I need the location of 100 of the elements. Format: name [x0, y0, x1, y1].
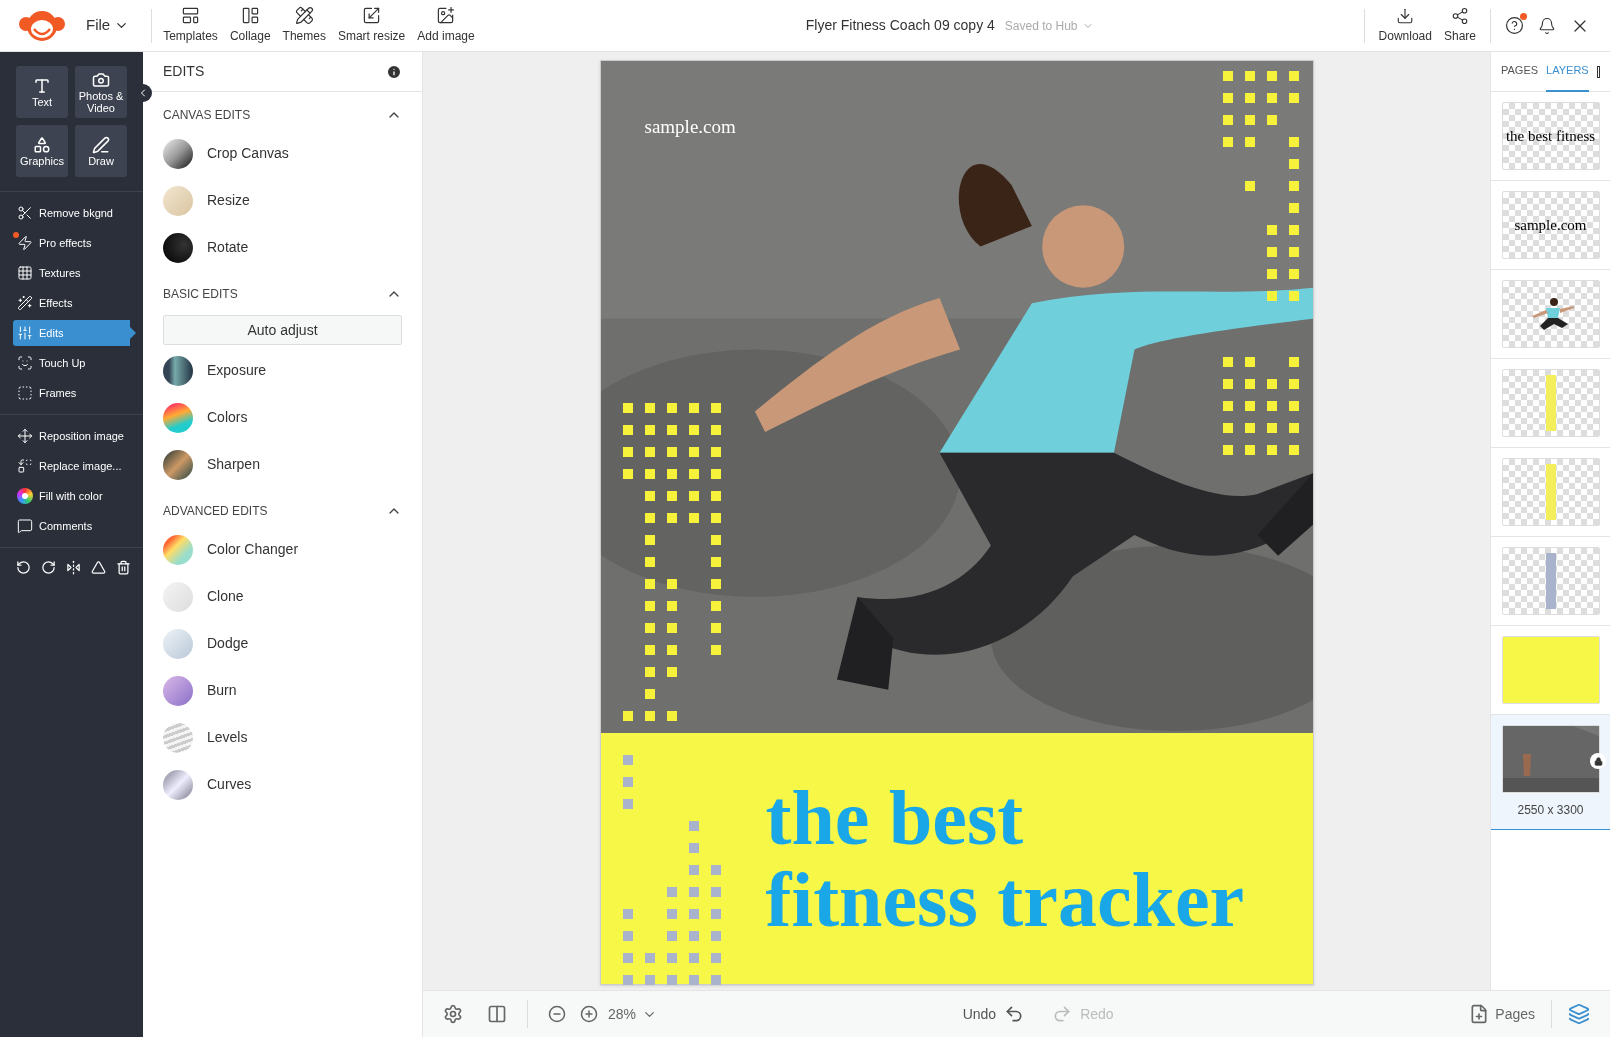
sidebar-tool-button[interactable] — [116, 560, 131, 575]
section-header[interactable]: CANVAS EDITS — [163, 106, 402, 124]
sidebar-tool-button[interactable] — [91, 560, 106, 575]
sidebar-item[interactable]: Effects — [13, 290, 130, 316]
toolbar-button[interactable]: Templates — [162, 6, 219, 45]
tool-thumbnail-icon — [163, 449, 193, 480]
panel-tab[interactable]: PAGES — [1501, 51, 1539, 92]
edit-tool-item[interactable]: Colors — [163, 394, 402, 441]
tool-tile[interactable]: Draw — [75, 125, 127, 177]
edit-tool-item[interactable]: Sharpen — [163, 441, 402, 488]
edit-tool-item[interactable]: Clone — [163, 573, 402, 620]
layers-button[interactable] — [1568, 1003, 1590, 1025]
pages-button[interactable]: Pages — [1469, 1003, 1535, 1025]
layer-item[interactable]: the best fitness — [1491, 92, 1610, 181]
add-page-icon — [1469, 1004, 1490, 1024]
sidebar-item[interactable]: Touch Up — [13, 350, 130, 376]
zoom-in-button[interactable] — [580, 1005, 598, 1023]
toolbar-button[interactable]: Share — [1443, 6, 1476, 45]
notifications-button[interactable] — [1538, 16, 1556, 35]
zoom-in-icon — [580, 1005, 598, 1023]
sidebar-item[interactable]: Textures — [13, 260, 130, 286]
compare-button[interactable] — [487, 1004, 507, 1024]
frame-icon — [17, 385, 33, 401]
layer-thumbnail: sample.com — [1501, 191, 1600, 259]
tool-tile[interactable]: Text — [16, 66, 68, 118]
move-icon — [17, 428, 33, 444]
tool-thumbnail-icon — [163, 534, 193, 565]
section-header[interactable]: ADVANCED EDITS — [163, 502, 402, 520]
toolbar-button[interactable]: Themes — [281, 6, 327, 45]
scissors-icon — [17, 205, 33, 221]
selected-pointer — [130, 327, 136, 339]
sidebar-item[interactable]: Frames — [13, 380, 130, 406]
text-icon — [33, 76, 51, 95]
toolbar-button[interactable]: Download — [1378, 6, 1432, 45]
section-header[interactable]: BASIC EDITS — [163, 285, 402, 303]
file-menu[interactable]: File — [86, 14, 130, 37]
tool-tile[interactable]: Graphics — [16, 125, 68, 177]
tool-thumbnail-icon — [163, 675, 193, 706]
sidebar-tool-button[interactable] — [16, 560, 31, 575]
tool-thumbnail-icon — [163, 402, 193, 433]
download-icon — [1396, 6, 1415, 25]
headline-text: fitness tracker — [765, 858, 1246, 941]
magic-wand-icon — [17, 295, 33, 311]
replace-icon — [17, 458, 33, 474]
tool-thumbnail-icon — [163, 185, 193, 216]
toolbar-button[interactable]: Smart resize — [336, 6, 407, 45]
edit-tool-item[interactable]: Rotate — [163, 224, 402, 271]
share-icon — [1451, 6, 1469, 25]
face-scan-icon — [17, 355, 33, 371]
edit-tool-item[interactable]: Crop Canvas — [163, 130, 402, 177]
ruler-pencil-icon — [294, 6, 314, 25]
sidebar-tool-button[interactable] — [66, 560, 81, 575]
help-button[interactable] — [1505, 16, 1524, 35]
info-icon — [386, 63, 402, 80]
tool-thumbnail-icon — [163, 138, 193, 169]
settings-button[interactable] — [443, 1004, 463, 1024]
pen-icon — [92, 135, 110, 154]
edit-tool-item[interactable]: Exposure — [163, 347, 402, 394]
edit-tool-item[interactable]: Color Changer — [163, 526, 402, 573]
rotate-right-icon — [41, 560, 56, 575]
layer-item[interactable]: sample.com — [1491, 181, 1610, 270]
undo-button[interactable]: Undo — [962, 1003, 1025, 1025]
auto-adjust-button[interactable]: Auto adjust — [163, 315, 402, 345]
sidebar-item[interactable]: Pro effects — [13, 230, 130, 256]
sliders-icon — [17, 325, 33, 341]
help-icon — [1505, 16, 1524, 35]
tool-tile[interactable]: Photos & Video — [75, 66, 127, 118]
sidebar-tool-button[interactable] — [41, 560, 56, 575]
headline-text: the best — [765, 776, 1025, 859]
sidebar-item[interactable]: Reposition image — [13, 423, 130, 449]
resize-icon — [362, 6, 382, 25]
redo-icon — [1052, 1004, 1073, 1024]
edit-tool-item[interactable]: Dodge — [163, 620, 402, 667]
layer-item[interactable]: 2550 x 3300 — [1491, 715, 1610, 830]
tool-thumbnail-icon — [163, 355, 193, 386]
website-text: sample.com — [644, 115, 736, 139]
color-wheel-icon — [17, 488, 33, 504]
sidebar-item[interactable]: Comments — [13, 513, 130, 539]
shapes-icon — [33, 135, 51, 154]
layers-icon — [1568, 1003, 1590, 1025]
texture-icon — [17, 265, 33, 281]
sidebar-item[interactable]: Fill with color — [13, 483, 130, 509]
collage-icon — [240, 6, 260, 25]
tool-thumbnail-icon — [163, 722, 193, 753]
sidebar-item[interactable]: Replace image... — [13, 453, 130, 479]
edit-tool-item[interactable]: Resize — [163, 177, 402, 224]
zoom-dropdown[interactable]: 28% — [608, 1003, 658, 1025]
edit-tool-item[interactable]: Levels — [163, 714, 402, 761]
monkey-logo-icon — [18, 8, 66, 43]
edit-tool-item[interactable]: Curves — [163, 761, 402, 808]
split-view-icon — [487, 1004, 507, 1024]
panel-tab[interactable]: LAYERS — [1546, 51, 1589, 92]
edit-tool-item[interactable]: Burn — [163, 667, 402, 714]
flip-icon — [66, 560, 81, 575]
toolbar-button[interactable]: Add image — [416, 6, 476, 45]
lightning-icon — [17, 235, 33, 251]
trash-icon — [116, 560, 131, 575]
sidebar-item[interactable]: Remove bkgnd — [13, 200, 130, 226]
zoom-out-button[interactable] — [548, 1005, 566, 1023]
toolbar-button[interactable]: Collage — [228, 6, 272, 45]
